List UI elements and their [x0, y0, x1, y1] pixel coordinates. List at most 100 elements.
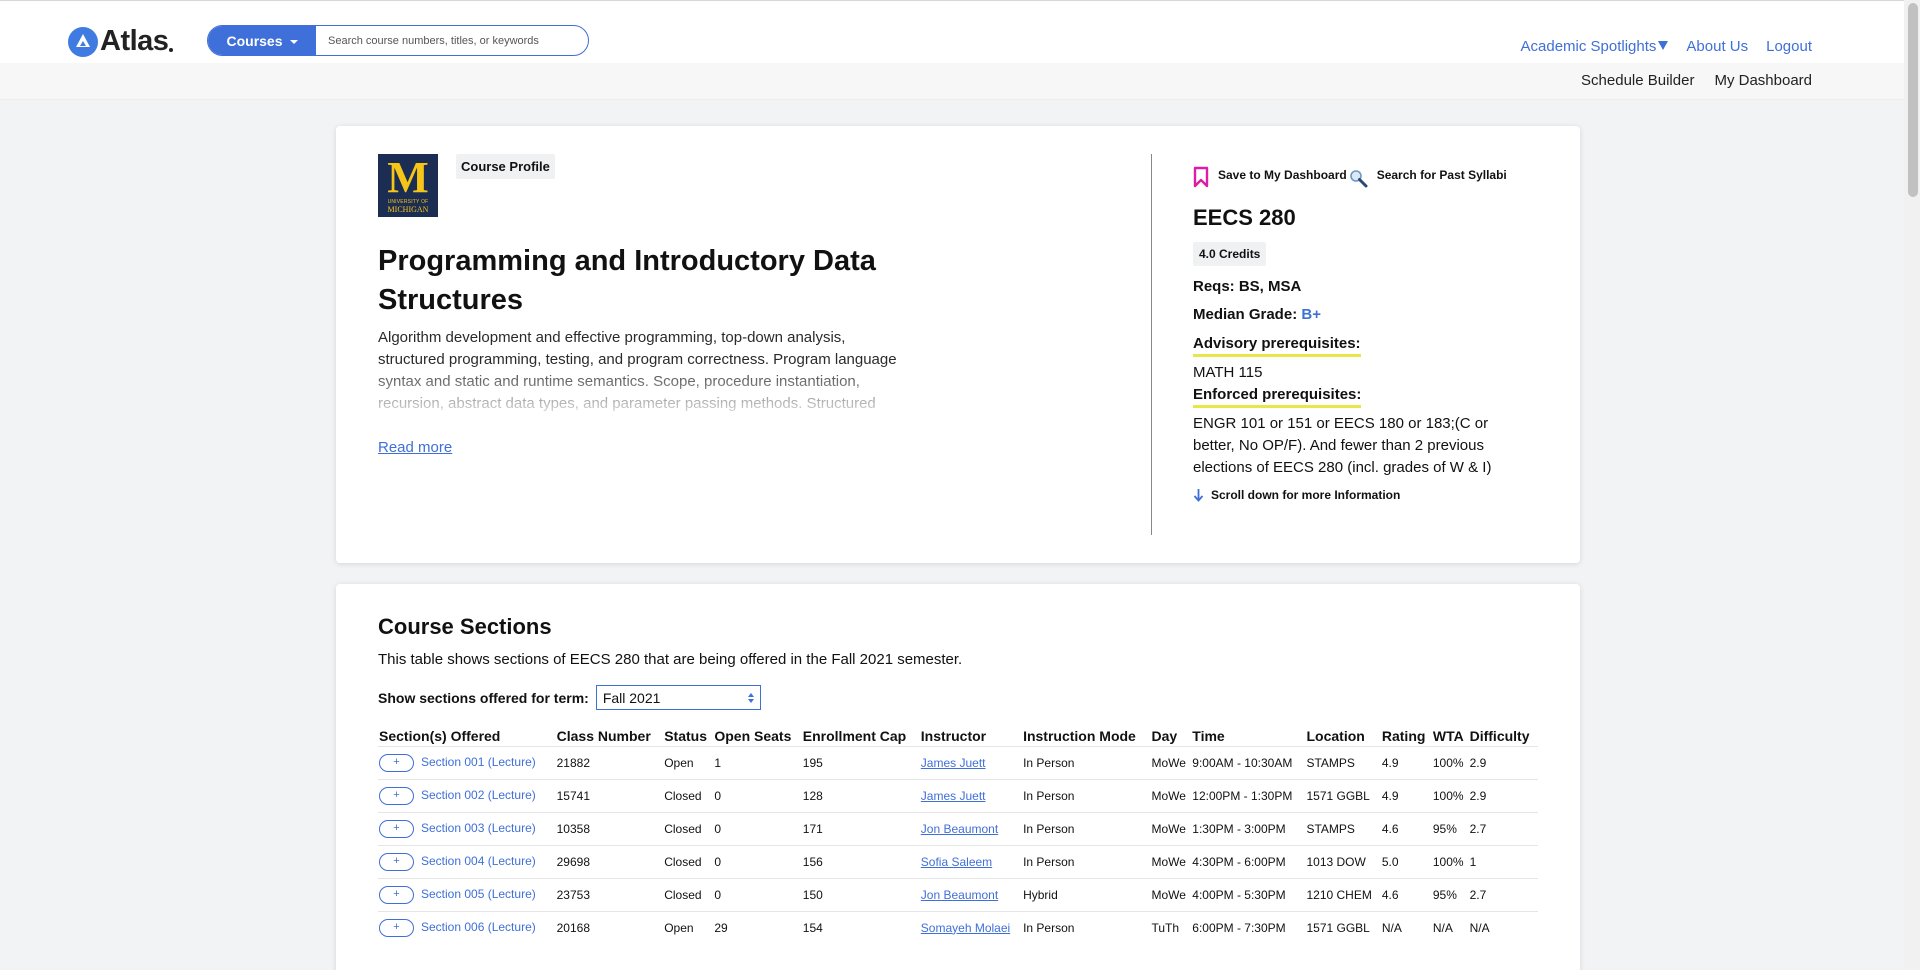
col-difficulty-cell: 2.9 [1468, 745, 1538, 779]
search-past-syllabi-button[interactable]: Search for Past Syllabi [1377, 168, 1507, 182]
arrow-down-icon [1193, 489, 1204, 502]
vertical-divider [1151, 154, 1152, 535]
col-instruction-mode-cell: In Person [1022, 778, 1151, 812]
courses-label: Courses [226, 32, 283, 49]
atlas-logo-icon [68, 26, 98, 57]
sections-title: Course Sections [378, 614, 552, 639]
section-link[interactable]: Section 004 (Lecture) [421, 854, 536, 868]
col-wta-cell: 95% [1431, 877, 1469, 911]
term-filter: Show sections offered for term: Fall 202… [378, 685, 761, 710]
enforced-prereq-value: ENGR 101 or 151 or EECS 180 or 183;(C or… [1193, 415, 1492, 476]
col-difficulty-cell: 2.7 [1468, 811, 1538, 845]
col-open-seats-header: Open Seats [714, 727, 792, 744]
col-time-cell: 12:00PM - 1:30PM [1191, 778, 1306, 812]
col-rating-cell: 5.0 [1380, 844, 1432, 878]
magnifying-glass-icon[interactable] [1349, 169, 1369, 189]
top-nav-links: Academic Spotlights About Us Logout [1521, 38, 1813, 55]
section-link[interactable]: Section 002 (Lecture) [421, 788, 536, 802]
col-open-seats-cell: 29 [713, 910, 802, 944]
section-link[interactable]: Section 003 (Lecture) [421, 821, 536, 835]
col-enrollment-cap-cell: 128 [801, 778, 920, 812]
instructor-link[interactable]: Jon Beaumont [921, 888, 998, 902]
col-difficulty-cell: N/A [1468, 910, 1538, 944]
course-description: Algorithm development and effective prog… [378, 329, 897, 412]
col-wta-cell: 100% [1431, 844, 1469, 878]
triangle-down-icon [1658, 41, 1669, 50]
expand-section-button[interactable]: + [379, 753, 414, 772]
nav-about-us[interactable]: About Us [1686, 38, 1748, 55]
sections-table: Section(s) Offered Class Number Status Open… [378, 726, 1538, 944]
col-status-cell: Open [663, 745, 714, 779]
col-location-cell: STAMPS [1305, 811, 1381, 845]
search-input[interactable] [316, 26, 588, 55]
save-to-dashboard-button[interactable]: Save to My Dashboard [1218, 168, 1347, 182]
col-enrollment-cap-cell: 156 [801, 844, 920, 878]
nav-schedule-builder[interactable]: Schedule Builder [1581, 72, 1694, 89]
col-day-header: Day [1151, 727, 1178, 744]
col-class-number-cell: 23753 [555, 877, 664, 911]
col-wta-cell: 100% [1431, 778, 1469, 812]
expand-section-button[interactable]: + [379, 786, 414, 805]
section-link[interactable]: Section 005 (Lecture) [421, 887, 536, 901]
instructor-link[interactable]: James Juett [921, 756, 986, 770]
col-location-header: Location [1306, 727, 1365, 744]
col-sections-cell: + Section 001 (Lecture) [378, 745, 556, 779]
col-time-cell: 9:00AM - 10:30AM [1191, 745, 1306, 779]
nav-academic-spotlights[interactable]: Academic Spotlights [1521, 38, 1669, 55]
col-difficulty-cell: 2.7 [1468, 877, 1538, 911]
expand-section-button[interactable]: + [379, 885, 414, 904]
col-instruction-mode-cell: In Person [1022, 745, 1151, 779]
logo-text: Atlas [100, 25, 169, 57]
credits-badge: 4.0 Credits [1193, 242, 1267, 266]
instructor-link[interactable]: Sofia Saleem [921, 855, 992, 869]
university-logo: M UNIVERSITY OF MICHIGAN [378, 154, 438, 217]
col-class-number-cell: 20168 [555, 910, 664, 944]
col-instruction-mode-cell: In Person [1022, 910, 1151, 944]
scrollbar-thumb[interactable] [1908, 3, 1918, 197]
nav-my-dashboard[interactable]: My Dashboard [1714, 72, 1812, 89]
col-sections-cell: + Section 005 (Lecture) [378, 877, 556, 911]
select-arrows-icon [747, 692, 754, 703]
term-select[interactable]: Fall 2021 [595, 685, 761, 710]
scroll-down-link[interactable]: Scroll down for more Information [1193, 488, 1400, 502]
expand-section-button[interactable]: + [379, 918, 414, 937]
advisory-prereq-heading: Advisory prerequisites: [1193, 335, 1361, 357]
col-time-cell: 4:00PM - 5:30PM [1191, 877, 1306, 911]
col-instruction-mode-cell: In Person [1022, 811, 1151, 845]
col-status-cell: Closed [663, 844, 714, 878]
col-status-cell: Open [663, 910, 714, 944]
instructor-link[interactable]: Jon Beaumont [921, 822, 998, 836]
nav-logout[interactable]: Logout [1766, 38, 1812, 55]
advisory-prereq-value: MATH 115 [1193, 364, 1263, 381]
bookmark-icon[interactable] [1193, 166, 1209, 188]
col-day-cell: MoWe [1150, 877, 1192, 911]
caret-down-icon [289, 40, 298, 44]
col-class-number-cell: 15741 [555, 778, 664, 812]
col-time-cell: 6:00PM - 7:30PM [1191, 910, 1306, 944]
read-more-link[interactable]: Read more [378, 439, 452, 456]
page-scrollbar[interactable] [1904, 0, 1920, 970]
course-profile-badge: Course Profile [456, 154, 555, 179]
col-open-seats-cell: 0 [713, 811, 802, 845]
col-time-header: Time [1192, 727, 1225, 744]
section-link[interactable]: Section 001 (Lecture) [421, 755, 536, 769]
col-sections-cell: + Section 006 (Lecture) [378, 910, 556, 944]
instructor-link[interactable]: James Juett [921, 789, 986, 803]
col-open-seats-cell: 1 [713, 745, 802, 779]
expand-section-button[interactable]: + [379, 819, 414, 838]
median-grade-value: B+ [1301, 306, 1321, 323]
col-instructor-cell: Somayeh Molaei [919, 910, 1023, 944]
atlas-logo[interactable]: Atlas [68, 25, 174, 58]
course-sections-card: Course Sections This table shows section… [336, 584, 1580, 970]
instructor-link[interactable]: Somayeh Molaei [921, 921, 1010, 935]
col-instruction-mode-header: Instruction Mode [1023, 727, 1136, 744]
expand-section-button[interactable]: + [379, 852, 414, 871]
col-difficulty-cell: 1 [1468, 844, 1538, 878]
section-link[interactable]: Section 006 (Lecture) [421, 920, 536, 934]
col-location-cell: 1013 DOW [1305, 844, 1381, 878]
col-wta-cell: 100% [1431, 745, 1469, 779]
col-enrollment-cap-cell: 150 [801, 877, 920, 911]
col-time-cell: 4:30PM - 6:00PM [1191, 844, 1306, 878]
col-location-cell: 1571 GGBL [1305, 778, 1381, 812]
courses-dropdown-button[interactable]: Courses [208, 26, 316, 55]
